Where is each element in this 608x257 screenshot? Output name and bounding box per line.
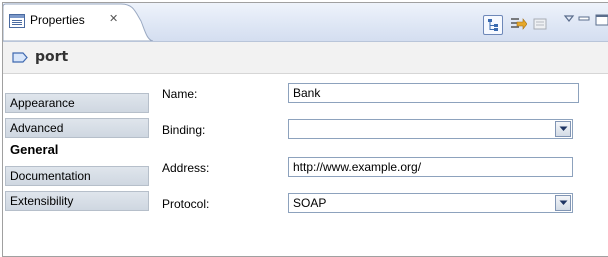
chevron-down-icon (559, 200, 568, 205)
categories-icon[interactable] (483, 15, 503, 35)
properties-tab[interactable]: Properties ✕ (3, 3, 153, 41)
properties-view-icon (9, 14, 25, 28)
title-bar: port (3, 42, 608, 74)
chevron-down-icon (559, 126, 568, 131)
view-menu-icon[interactable] (563, 14, 575, 27)
category-appearance[interactable]: Appearance (5, 93, 149, 113)
category-documentation[interactable]: Documentation (5, 166, 149, 186)
category-extensibility[interactable]: Extensibility (5, 191, 149, 211)
binding-dropdown-button[interactable] (555, 121, 571, 137)
binding-label: Binding: (162, 123, 206, 137)
protocol-label: Protocol: (162, 197, 210, 211)
address-field[interactable]: http://www.example.org/ (288, 157, 573, 177)
tab-title: Properties (30, 13, 85, 27)
restore-default-icon[interactable] (531, 15, 551, 35)
protocol-select[interactable]: SOAP (288, 193, 573, 213)
properties-view: Properties ✕ port Appearance Advanced Ge… (2, 2, 608, 257)
page-title: port (35, 49, 69, 65)
protocol-value: SOAP (293, 196, 327, 210)
category-advanced[interactable]: Advanced (5, 118, 149, 138)
minimize-icon[interactable] (578, 14, 590, 27)
maximize-icon[interactable] (595, 14, 608, 29)
binding-select[interactable] (288, 119, 573, 139)
name-field[interactable]: Bank (288, 83, 579, 103)
filter-advanced-icon[interactable] (507, 15, 528, 35)
address-label: Address: (162, 161, 210, 175)
protocol-dropdown-button[interactable] (555, 195, 571, 211)
close-icon[interactable]: ✕ (109, 13, 121, 25)
port-icon (12, 52, 28, 63)
view-header: Properties ✕ (3, 3, 608, 42)
category-general[interactable]: General (5, 140, 149, 160)
name-label: Name: (162, 87, 198, 101)
category-list: Appearance Advanced General Documentatio… (3, 74, 151, 256)
